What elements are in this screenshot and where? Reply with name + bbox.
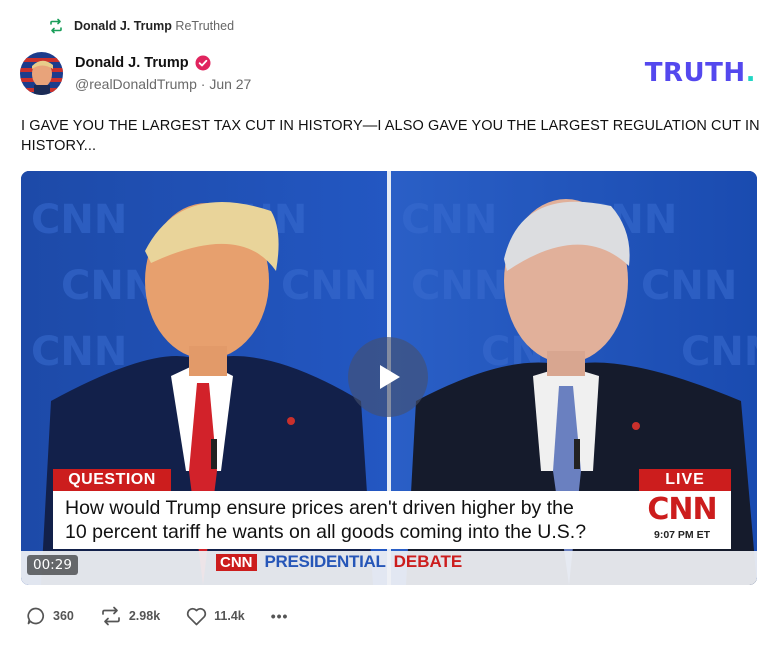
like-button[interactable]: 11.4k	[186, 607, 245, 626]
post-date[interactable]: Jun 27	[209, 76, 251, 92]
play-icon	[380, 365, 400, 389]
author-handle[interactable]: @realDonaldTrump	[75, 76, 197, 92]
svg-text:CNN: CNN	[31, 197, 127, 243]
verified-badge-icon	[195, 55, 211, 71]
chyron-network: CNN 9:07 PM ET	[633, 491, 731, 549]
chyron-time: 9:07 PM ET	[653, 529, 711, 541]
chyron-line-2: 10 percent tariff he wants on all goods …	[65, 521, 587, 543]
reply-button[interactable]: 360	[26, 606, 74, 626]
retruth-label: ReTruthed	[175, 19, 235, 33]
truth-logo[interactable]: TRUTH.	[645, 58, 756, 88]
svg-text:CNN: CNN	[281, 263, 377, 309]
svg-text:CNN: CNN	[31, 329, 127, 375]
debate-bar-network: CNN	[216, 553, 257, 571]
reply-count: 360	[53, 609, 74, 623]
retruth-count: 2.98k	[128, 609, 161, 623]
svg-text:CNN: CNN	[401, 197, 497, 243]
reply-icon	[27, 607, 45, 625]
like-count: 11.4k	[214, 609, 245, 623]
video-timecode: 00:29	[27, 555, 78, 575]
retruth-indicator: Donald J. Trump ReTruthed	[48, 18, 234, 34]
brand-text: TRUTH	[644, 58, 746, 88]
svg-text:CNN: CNN	[641, 263, 737, 309]
meta-separator: ·	[200, 76, 206, 92]
avatar[interactable]	[20, 52, 63, 95]
post-text: I GAVE YOU THE LARGEST TAX CUT IN HISTOR…	[21, 118, 760, 154]
author-display-name[interactable]: Donald J. Trump	[75, 55, 189, 71]
post-actions: 360 2.98k 11.4k •••	[26, 606, 288, 626]
retruth-button[interactable]: 2.98k	[100, 606, 160, 626]
heart-icon	[187, 607, 207, 625]
debate-bar-sub: DEBATE	[393, 552, 463, 571]
chyron-text: How would Trump ensure prices aren't dri…	[53, 491, 633, 549]
retruth-action-icon	[102, 606, 120, 626]
chyron-question-tag: QUESTION	[53, 469, 171, 491]
brand-dot: .	[745, 58, 756, 88]
more-options-button[interactable]: •••	[271, 608, 289, 624]
post-header: Donald J. Trump @realDonaldTrump · Jun 2…	[20, 52, 251, 95]
chyron-network-logo: CNN	[647, 492, 717, 527]
retruth-icon	[50, 18, 62, 34]
chyron-live-tag: LIVE	[639, 469, 731, 491]
svg-text:CNN: CNN	[411, 263, 507, 309]
svg-text:CNN: CNN	[61, 263, 157, 309]
debate-bar-label: PRESIDENTIAL	[264, 552, 386, 571]
video-player[interactable]: CNNCNN CNNCNN CNN CNNCNN CNNCNN CNNCNN Q…	[21, 171, 757, 585]
play-button[interactable]	[348, 337, 428, 417]
chyron-line-1: How would Trump ensure prices aren't dri…	[65, 497, 574, 519]
retruth-user-link[interactable]: Donald J. Trump	[74, 19, 172, 33]
svg-text:CNN: CNN	[681, 329, 757, 375]
more-icon: •••	[270, 608, 289, 624]
debate-bar: CNN PRESIDENTIAL DEBATE	[216, 551, 462, 573]
